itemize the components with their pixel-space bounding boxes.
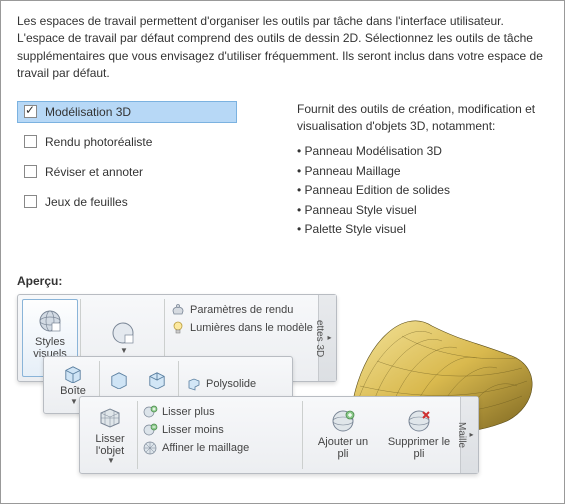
remove-crease-button[interactable]: Supprimer le pli [384,405,454,463]
item-label: Polysolide [206,378,256,390]
item-label: Paramètres de rendu [190,304,293,316]
arrow-icon: ▸ [467,401,476,467]
checkbox-icon [24,105,37,118]
item-label: Affiner le maillage [162,442,249,454]
dialog-panel: Les espaces de travail permettent d'orga… [0,0,565,504]
chevron-down-icon: ▼ [120,347,128,356]
option-modelisation-3d[interactable]: Modélisation 3D [17,101,237,123]
sphere-add-icon [330,408,356,434]
checkbox-icon [24,135,37,148]
panel3-tab[interactable]: ▸ Maille [460,397,478,473]
smooth-less-item[interactable]: Lisser moins [140,421,290,439]
render-settings-item[interactable]: Paramètres de rendu [168,301,318,319]
item-label: Lumières dans le modèle [190,322,313,334]
description-bullet: • Panneau Modélisation 3D [297,143,548,160]
refine-mesh-item[interactable]: Affiner le maillage [140,439,290,457]
sphere-minus-icon [142,422,158,438]
option-label: Rendu photoréaliste [45,135,152,149]
smooth-more-item[interactable]: Lisser plus [140,403,290,421]
sphere-plus-icon [142,404,158,420]
panel3-list: Lisser plus Lisser moins Affiner le mail… [140,403,290,457]
description-bullet: • Palette Style visuel [297,221,548,238]
panel1-tab[interactable]: ▸ ettes 3D [318,295,336,381]
intro-text: Les espaces de travail permettent d'orga… [17,13,548,83]
panel1-list: Paramètres de rendu Lumières dans le mod… [168,301,318,337]
option-rendu-photorealiste[interactable]: Rendu photoréaliste [17,131,237,153]
button-label: Lisser l'objet [87,433,133,457]
panel3-right-buttons: Ajouter un pli Supprimer le pli [310,405,454,463]
description-bullet: • Panneau Style visuel [297,202,548,219]
item-label: Lisser plus [162,406,215,418]
preview-area: Styles visuels ▼ ▼ Paramètres de [17,294,548,484]
middle-row: Modélisation 3D Rendu photoréaliste Révi… [17,101,548,241]
mesh-refine-icon [142,440,158,456]
chevron-down-icon: ▼ [107,457,115,466]
extrude-icon [106,367,132,393]
preview-label: Aperçu: [17,274,548,288]
chevron-down-icon: ▼ [70,398,78,407]
sphere-render-icon [110,321,136,345]
workspace-options: Modélisation 3D Rendu photoréaliste Révi… [17,101,237,241]
sphere-remove-icon [406,408,432,434]
option-jeux-de-feuilles[interactable]: Jeux de feuilles [17,191,237,213]
smooth-object-button[interactable]: Lisser l'objet ▼ [84,401,136,469]
description-bullet: • Panneau Edition de solides [297,182,548,199]
mesh-smooth-icon [97,405,123,431]
box-icon [60,364,86,383]
divider [137,401,138,469]
polysolid-icon [186,376,202,392]
tab-label: Maille [456,422,467,448]
option-label: Jeux de feuilles [45,195,128,209]
checkbox-icon [24,195,37,208]
lights-item[interactable]: Lumières dans le modèle [168,319,318,337]
option-label: Réviser et annoter [45,165,143,179]
lightbulb-icon [170,320,186,336]
checkbox-icon [24,165,37,178]
arrow-icon: ▸ [325,299,334,375]
sphere-styles-icon [37,308,63,334]
add-crease-button[interactable]: Ajouter un pli [310,405,376,463]
ribbon-panel-mesh: Lisser l'objet ▼ Lisser plus Lisser moin… [79,396,479,474]
button-label: Ajouter un pli [313,436,373,460]
option-reviser-annoter[interactable]: Réviser et annoter [17,161,237,183]
teapot-icon [170,302,186,318]
description-lead: Fournit des outils de création, modifica… [297,101,548,136]
tab-label: ettes 3D [314,320,325,357]
polysolid-item[interactable]: Polysolide [184,375,258,393]
render-large-button[interactable]: ▼ [84,321,162,355]
item-label: Lisser moins [162,424,224,436]
description-bullet: • Panneau Maillage [297,163,548,180]
solid-icon [144,367,170,393]
button-label: Supprimer le pli [387,436,451,460]
option-label: Modélisation 3D [45,105,131,119]
divider [302,401,303,469]
description-panel: Fournit des outils de création, modifica… [297,101,548,241]
